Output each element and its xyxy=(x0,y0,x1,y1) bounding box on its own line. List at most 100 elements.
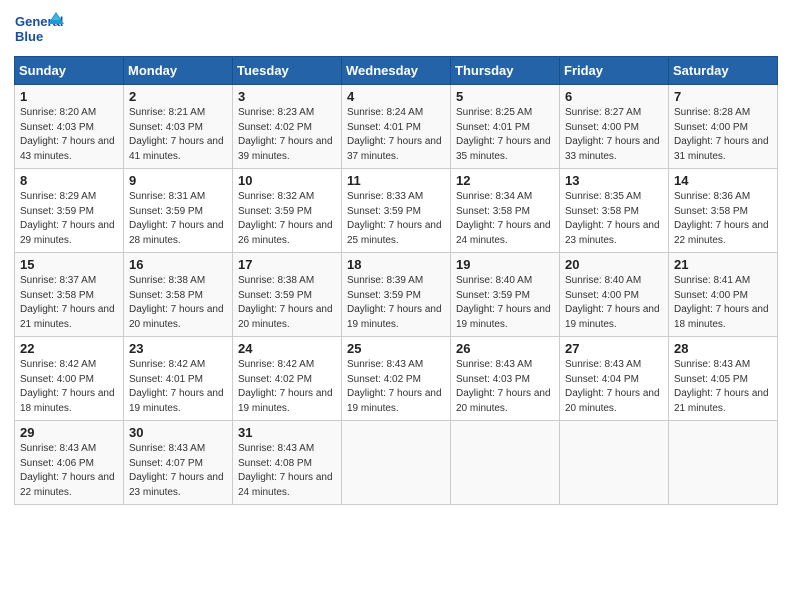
calendar-cell: 19 Sunrise: 8:40 AMSunset: 3:59 PMDayligh… xyxy=(451,253,560,337)
cell-info: Sunrise: 8:43 AMSunset: 4:04 PMDaylight:… xyxy=(565,359,660,414)
day-number: 4 xyxy=(347,89,445,104)
calendar-cell: 26 Sunrise: 8:43 AMSunset: 4:03 PMDayligh… xyxy=(451,337,560,421)
cell-info: Sunrise: 8:36 AMSunset: 3:58 PMDaylight:… xyxy=(674,191,769,246)
cell-info: Sunrise: 8:38 AMSunset: 3:59 PMDaylight:… xyxy=(238,275,333,330)
main-container: General Blue SundayMondayTuesdayWednesda… xyxy=(0,0,792,515)
day-number: 25 xyxy=(347,341,445,356)
calendar-cell: 10 Sunrise: 8:32 AMSunset: 3:59 PMDayligh… xyxy=(233,169,342,253)
calendar-cell: 30 Sunrise: 8:43 AMSunset: 4:07 PMDayligh… xyxy=(124,421,233,505)
calendar-cell: 16Sunrise: 8:38 AMSunset: 3:58 PMDayligh… xyxy=(124,253,233,337)
cell-info: Sunrise: 8:40 AMSunset: 4:00 PMDaylight:… xyxy=(565,275,660,330)
day-number: 10 xyxy=(238,173,336,188)
cell-info: Sunrise: 8:43 AMSunset: 4:05 PMDaylight:… xyxy=(674,359,769,414)
calendar-cell: 25 Sunrise: 8:43 AMSunset: 4:02 PMDayligh… xyxy=(342,337,451,421)
calendar-cell: 2Sunrise: 8:21 AMSunset: 4:03 PMDaylight… xyxy=(124,85,233,169)
day-number: 22 xyxy=(20,341,118,356)
week-row-1: 1Sunrise: 8:20 AMSunset: 4:03 PMDaylight… xyxy=(15,85,778,169)
cell-info: Sunrise: 8:38 AMSunset: 3:58 PMDaylight:… xyxy=(129,275,224,330)
col-header-monday: Monday xyxy=(124,57,233,85)
cell-info: Sunrise: 8:42 AMSunset: 4:02 PMDaylight:… xyxy=(238,359,333,414)
week-row-2: 8 Sunrise: 8:29 AMSunset: 3:59 PMDaylight… xyxy=(15,169,778,253)
week-row-3: 15 Sunrise: 8:37 AMSunset: 3:58 PMDayligh… xyxy=(15,253,778,337)
calendar-cell: 4 Sunrise: 8:24 AMSunset: 4:01 PMDaylight… xyxy=(342,85,451,169)
cell-info: Sunrise: 8:20 AMSunset: 4:03 PMDaylight:… xyxy=(20,107,115,162)
cell-info: Sunrise: 8:27 AMSunset: 4:00 PMDaylight:… xyxy=(565,107,660,162)
day-number: 23 xyxy=(129,341,227,356)
cell-info: Sunrise: 8:29 AMSunset: 3:59 PMDaylight:… xyxy=(20,191,115,246)
day-number: 30 xyxy=(129,425,227,440)
calendar-cell: 7 Sunrise: 8:28 AMSunset: 4:00 PMDaylight… xyxy=(669,85,778,169)
calendar-cell: 13 Sunrise: 8:35 AMSunset: 3:58 PMDayligh… xyxy=(560,169,669,253)
day-number: 14 xyxy=(674,173,772,188)
cell-info: Sunrise: 8:41 AMSunset: 4:00 PMDaylight:… xyxy=(674,275,769,330)
calendar-cell: 18 Sunrise: 8:39 AMSunset: 3:59 PMDayligh… xyxy=(342,253,451,337)
day-number: 7 xyxy=(674,89,772,104)
calendar-cell: 22 Sunrise: 8:42 AMSunset: 4:00 PMDayligh… xyxy=(15,337,124,421)
calendar-cell: 17 Sunrise: 8:38 AMSunset: 3:59 PMDayligh… xyxy=(233,253,342,337)
cell-info: Sunrise: 8:37 AMSunset: 3:58 PMDaylight:… xyxy=(20,275,115,330)
day-number: 11 xyxy=(347,173,445,188)
day-number: 15 xyxy=(20,257,118,272)
col-header-wednesday: Wednesday xyxy=(342,57,451,85)
calendar-cell: 14 Sunrise: 8:36 AMSunset: 3:58 PMDayligh… xyxy=(669,169,778,253)
calendar-cell: 24 Sunrise: 8:42 AMSunset: 4:02 PMDayligh… xyxy=(233,337,342,421)
day-number: 9 xyxy=(129,173,227,188)
day-number: 29 xyxy=(20,425,118,440)
header-row: SundayMondayTuesdayWednesdayThursdayFrid… xyxy=(15,57,778,85)
day-number: 17 xyxy=(238,257,336,272)
day-number: 8 xyxy=(20,173,118,188)
cell-info: Sunrise: 8:33 AMSunset: 3:59 PMDaylight:… xyxy=(347,191,442,246)
cell-info: Sunrise: 8:39 AMSunset: 3:59 PMDaylight:… xyxy=(347,275,442,330)
calendar-cell: 9 Sunrise: 8:31 AMSunset: 3:59 PMDaylight… xyxy=(124,169,233,253)
calendar-cell xyxy=(342,421,451,505)
calendar-cell: 3Sunrise: 8:23 AMSunset: 4:02 PMDaylight… xyxy=(233,85,342,169)
calendar-cell: 6 Sunrise: 8:27 AMSunset: 4:00 PMDaylight… xyxy=(560,85,669,169)
cell-info: Sunrise: 8:25 AMSunset: 4:01 PMDaylight:… xyxy=(456,107,551,162)
col-header-sunday: Sunday xyxy=(15,57,124,85)
calendar-cell: 21Sunrise: 8:41 AMSunset: 4:00 PMDayligh… xyxy=(669,253,778,337)
cell-info: Sunrise: 8:42 AMSunset: 4:00 PMDaylight:… xyxy=(20,359,115,414)
calendar-cell: 29Sunrise: 8:43 AMSunset: 4:06 PMDayligh… xyxy=(15,421,124,505)
day-number: 3 xyxy=(238,89,336,104)
cell-info: Sunrise: 8:40 AMSunset: 3:59 PMDaylight:… xyxy=(456,275,551,330)
cell-info: Sunrise: 8:43 AMSunset: 4:03 PMDaylight:… xyxy=(456,359,551,414)
cell-info: Sunrise: 8:31 AMSunset: 3:59 PMDaylight:… xyxy=(129,191,224,246)
calendar-cell: 20 Sunrise: 8:40 AMSunset: 4:00 PMDayligh… xyxy=(560,253,669,337)
day-number: 13 xyxy=(565,173,663,188)
day-number: 18 xyxy=(347,257,445,272)
calendar-cell: 5 Sunrise: 8:25 AMSunset: 4:01 PMDaylight… xyxy=(451,85,560,169)
day-number: 27 xyxy=(565,341,663,356)
cell-info: Sunrise: 8:42 AMSunset: 4:01 PMDaylight:… xyxy=(129,359,224,414)
calendar-cell: 1Sunrise: 8:20 AMSunset: 4:03 PMDaylight… xyxy=(15,85,124,169)
cell-info: Sunrise: 8:35 AMSunset: 3:58 PMDaylight:… xyxy=(565,191,660,246)
day-number: 28 xyxy=(674,341,772,356)
day-number: 6 xyxy=(565,89,663,104)
cell-info: Sunrise: 8:43 AMSunset: 4:07 PMDaylight:… xyxy=(129,443,224,498)
col-header-friday: Friday xyxy=(560,57,669,85)
calendar-cell: 12Sunrise: 8:34 AMSunset: 3:58 PMDayligh… xyxy=(451,169,560,253)
cell-info: Sunrise: 8:28 AMSunset: 4:00 PMDaylight:… xyxy=(674,107,769,162)
calendar-cell: 11 Sunrise: 8:33 AMSunset: 3:59 PMDayligh… xyxy=(342,169,451,253)
week-row-5: 29Sunrise: 8:43 AMSunset: 4:06 PMDayligh… xyxy=(15,421,778,505)
calendar-cell: 15 Sunrise: 8:37 AMSunset: 3:58 PMDayligh… xyxy=(15,253,124,337)
day-number: 24 xyxy=(238,341,336,356)
cell-info: Sunrise: 8:32 AMSunset: 3:59 PMDaylight:… xyxy=(238,191,333,246)
col-header-thursday: Thursday xyxy=(451,57,560,85)
week-row-4: 22 Sunrise: 8:42 AMSunset: 4:00 PMDayligh… xyxy=(15,337,778,421)
calendar-cell: 27 Sunrise: 8:43 AMSunset: 4:04 PMDayligh… xyxy=(560,337,669,421)
day-number: 20 xyxy=(565,257,663,272)
cell-info: Sunrise: 8:24 AMSunset: 4:01 PMDaylight:… xyxy=(347,107,442,162)
col-header-saturday: Saturday xyxy=(669,57,778,85)
cell-info: Sunrise: 8:43 AMSunset: 4:08 PMDaylight:… xyxy=(238,443,333,498)
logo: General Blue xyxy=(14,10,64,50)
calendar-cell: 23 Sunrise: 8:42 AMSunset: 4:01 PMDayligh… xyxy=(124,337,233,421)
day-number: 26 xyxy=(456,341,554,356)
col-header-tuesday: Tuesday xyxy=(233,57,342,85)
day-number: 5 xyxy=(456,89,554,104)
day-number: 19 xyxy=(456,257,554,272)
calendar-cell xyxy=(560,421,669,505)
calendar-cell xyxy=(451,421,560,505)
day-number: 2 xyxy=(129,89,227,104)
logo-svg: General Blue xyxy=(14,10,64,50)
cell-info: Sunrise: 8:43 AMSunset: 4:02 PMDaylight:… xyxy=(347,359,442,414)
